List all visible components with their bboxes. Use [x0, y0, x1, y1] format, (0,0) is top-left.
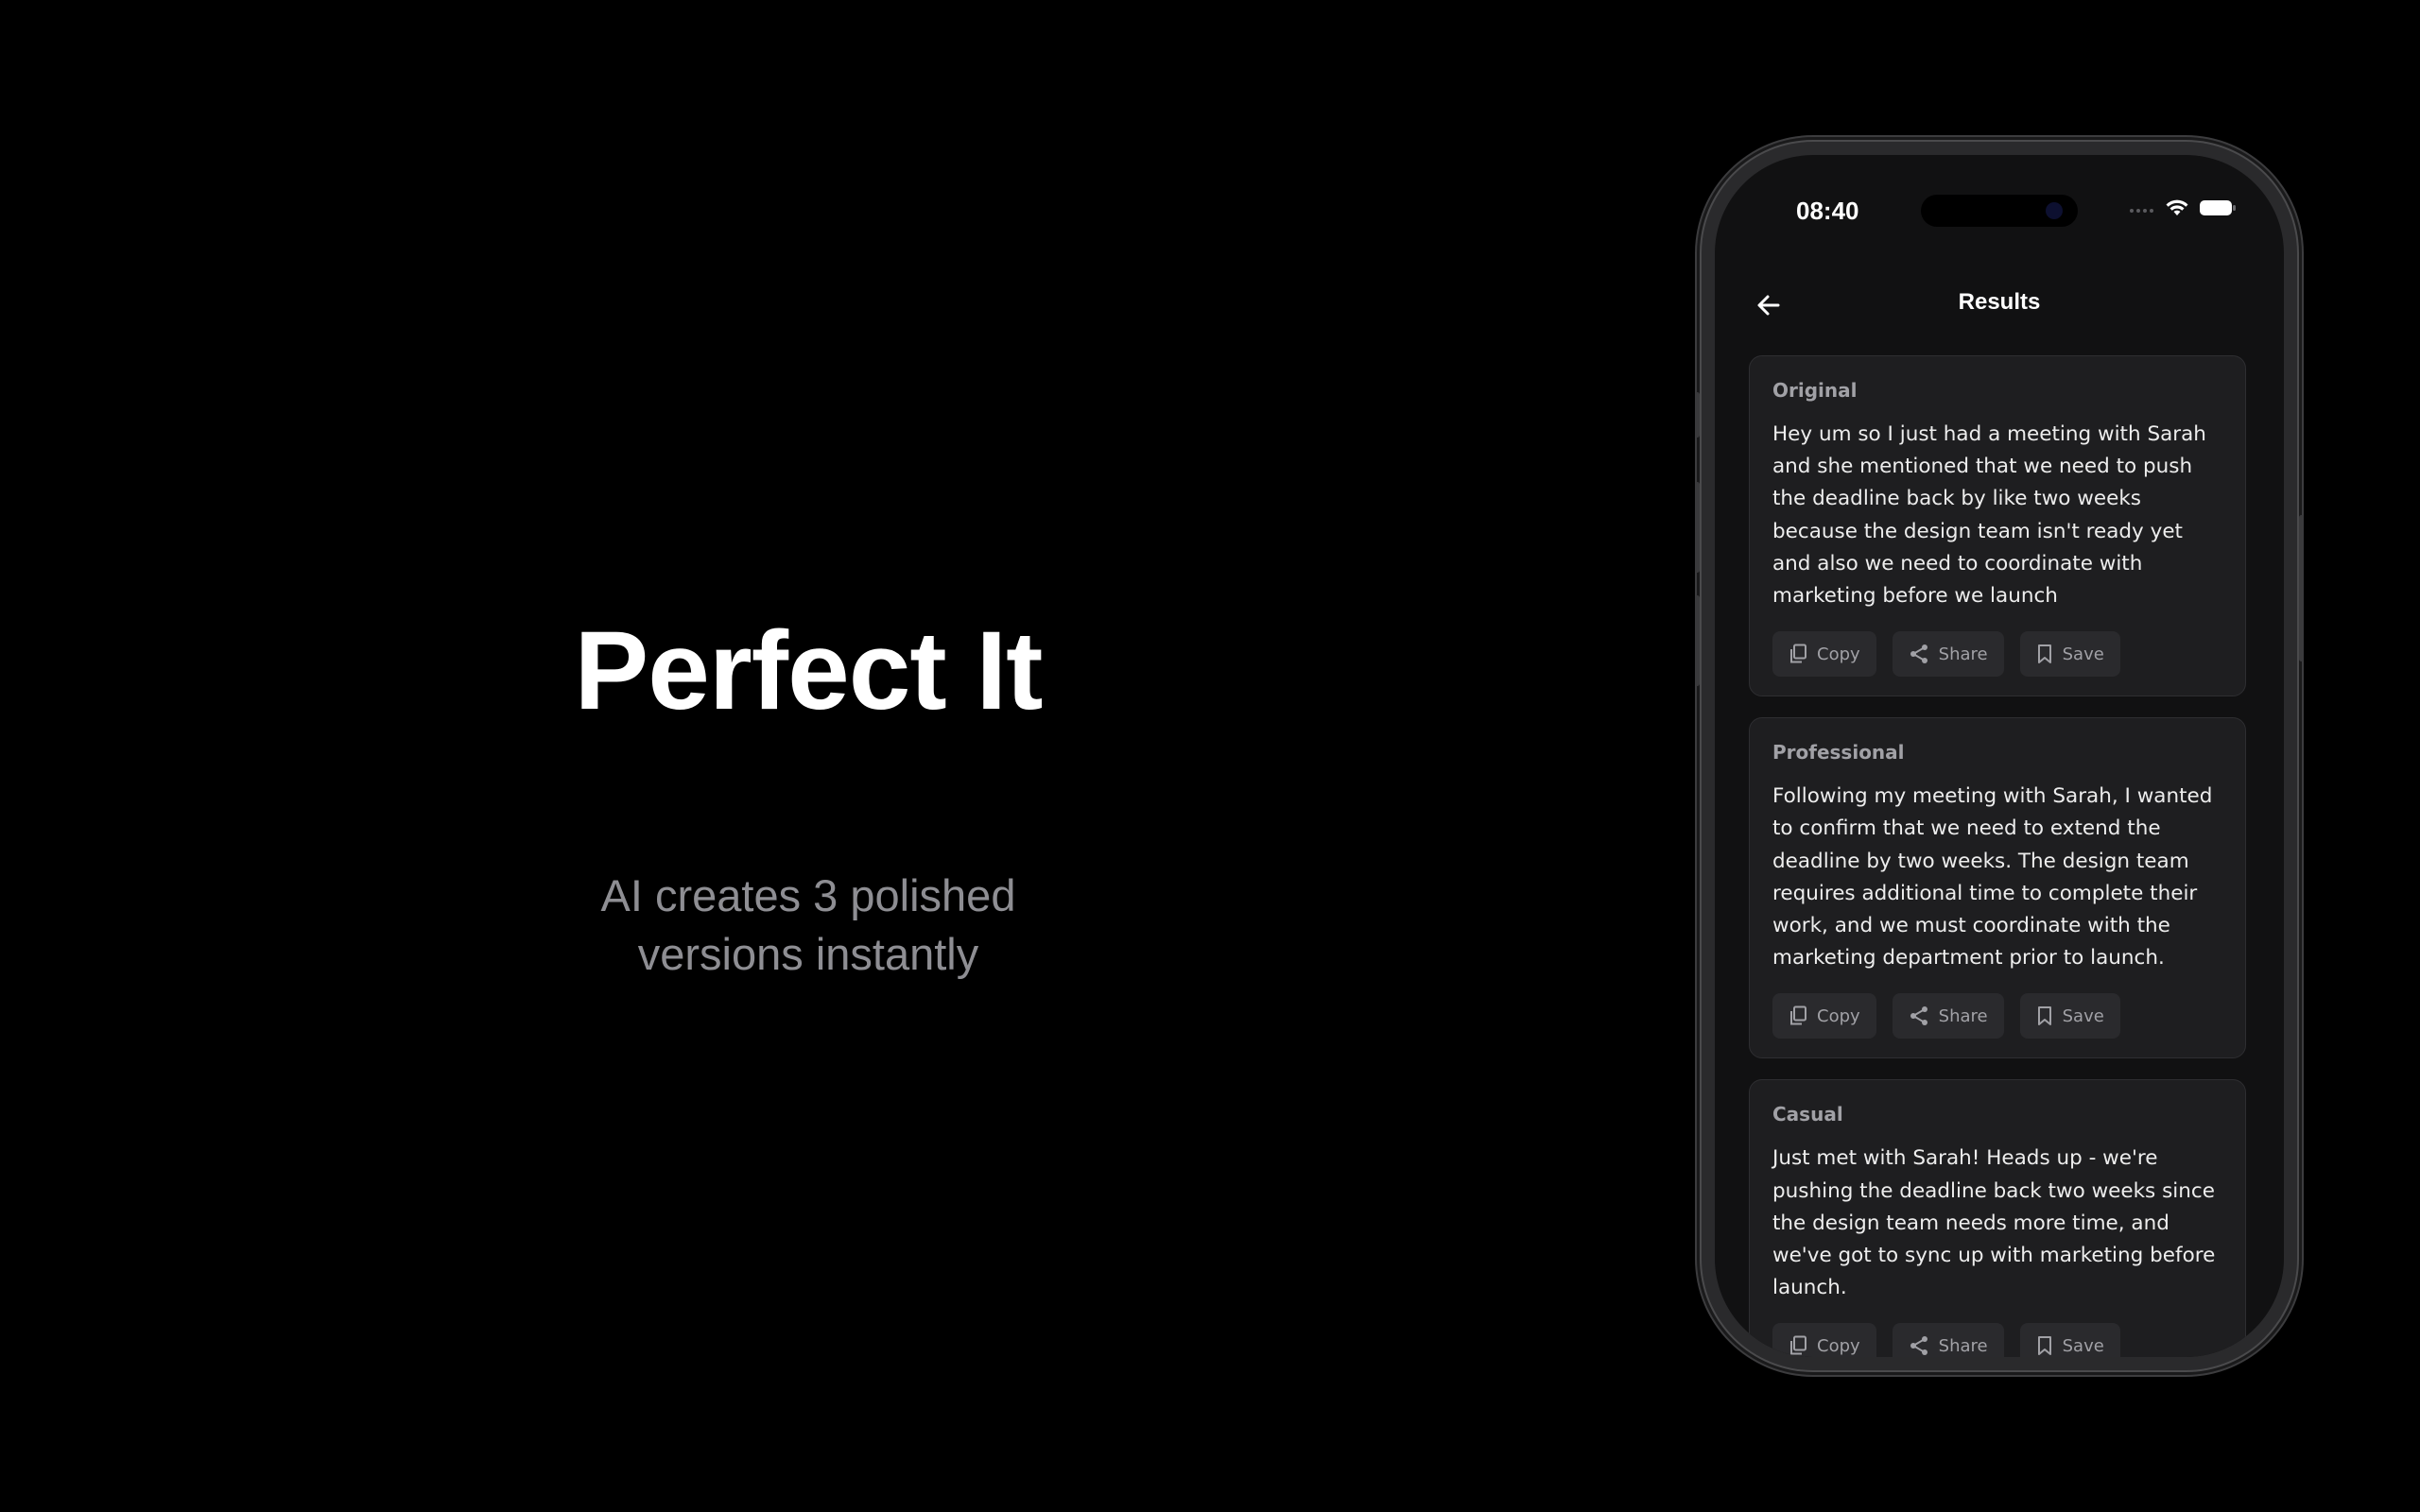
copy-button[interactable]: Copy — [1772, 993, 1876, 1040]
volume-down-button — [1695, 595, 1700, 686]
volume-up-button — [1695, 482, 1700, 573]
signal-icon — [2130, 209, 2153, 213]
camera-icon — [2046, 202, 2063, 219]
save-button[interactable]: Save — [2019, 1323, 2120, 1357]
share-label: Share — [1938, 1335, 1988, 1356]
status-icons — [2129, 198, 2237, 217]
result-card-professional: Professional Following my meeting with S… — [1749, 717, 2246, 1059]
copy-label: Copy — [1817, 1005, 1860, 1026]
card-actions: Copy Share Save — [1772, 631, 2222, 678]
bookmark-icon — [2037, 1006, 2051, 1026]
card-actions: Copy Share Save — [1772, 993, 2222, 1040]
nav-bar: Results — [1715, 268, 2284, 335]
copy-label: Copy — [1817, 644, 1860, 664]
share-icon — [1910, 644, 1927, 664]
copy-icon — [1790, 1005, 1806, 1025]
card-text: Just met with Sarah! Heads up - we're pu… — [1772, 1146, 2216, 1300]
card-text: Following my meeting with Sarah, I wante… — [1772, 784, 2213, 971]
save-label: Save — [2062, 644, 2104, 664]
copy-button[interactable]: Copy — [1772, 1323, 1876, 1357]
bookmark-icon — [2037, 644, 2051, 664]
status-time: 08:40 — [1796, 197, 1859, 225]
battery-icon — [2200, 200, 2236, 215]
share-icon — [1910, 1006, 1927, 1026]
power-button — [2299, 515, 2304, 662]
page-title: Results — [1958, 289, 2041, 315]
results-list: Original Hey um so I just had a meeting … — [1749, 355, 2246, 1357]
share-button[interactable]: Share — [1892, 993, 2004, 1040]
card-actions: Copy Share Save — [1772, 1323, 2222, 1357]
save-button[interactable]: Save — [2019, 631, 2120, 678]
card-label: Casual — [1772, 1103, 1843, 1126]
stage: Perfect It AI creates 3 polished version… — [0, 0, 2420, 1512]
copy-label: Copy — [1817, 1335, 1860, 1356]
phone-frame: Results Original Hey um so I just had a … — [1695, 142, 2304, 1370]
card-label: Professional — [1772, 741, 1905, 765]
copy-icon — [1790, 644, 1806, 663]
copy-button[interactable]: Copy — [1772, 631, 1876, 678]
result-card-casual: Casual Just met with Sarah! Heads up - w… — [1749, 1079, 2246, 1357]
dynamic-island — [1921, 195, 2078, 227]
hero-subtitle: AI creates 3 polished versions instantly — [600, 870, 1016, 979]
hero-headline: Perfect It — [574, 609, 1044, 733]
share-button[interactable]: Share — [1892, 1323, 2004, 1357]
card-text: Hey um so I just had a meeting with Sara… — [1772, 422, 2206, 609]
wifi-icon — [2166, 199, 2188, 215]
share-icon — [1910, 1336, 1927, 1356]
bookmark-icon — [2037, 1336, 2051, 1356]
card-label: Original — [1772, 379, 1858, 402]
result-card-original: Original Hey um so I just had a meeting … — [1749, 355, 2246, 697]
share-label: Share — [1938, 644, 1988, 664]
phone-screen: Results Original Hey um so I just had a … — [1715, 155, 2284, 1357]
copy-icon — [1790, 1335, 1806, 1355]
save-label: Save — [2062, 1335, 2104, 1356]
action-side-button — [1695, 392, 1700, 438]
save-label: Save — [2062, 1005, 2104, 1026]
save-button[interactable]: Save — [2019, 993, 2120, 1040]
share-button[interactable]: Share — [1892, 631, 2004, 678]
share-label: Share — [1938, 1005, 1988, 1026]
